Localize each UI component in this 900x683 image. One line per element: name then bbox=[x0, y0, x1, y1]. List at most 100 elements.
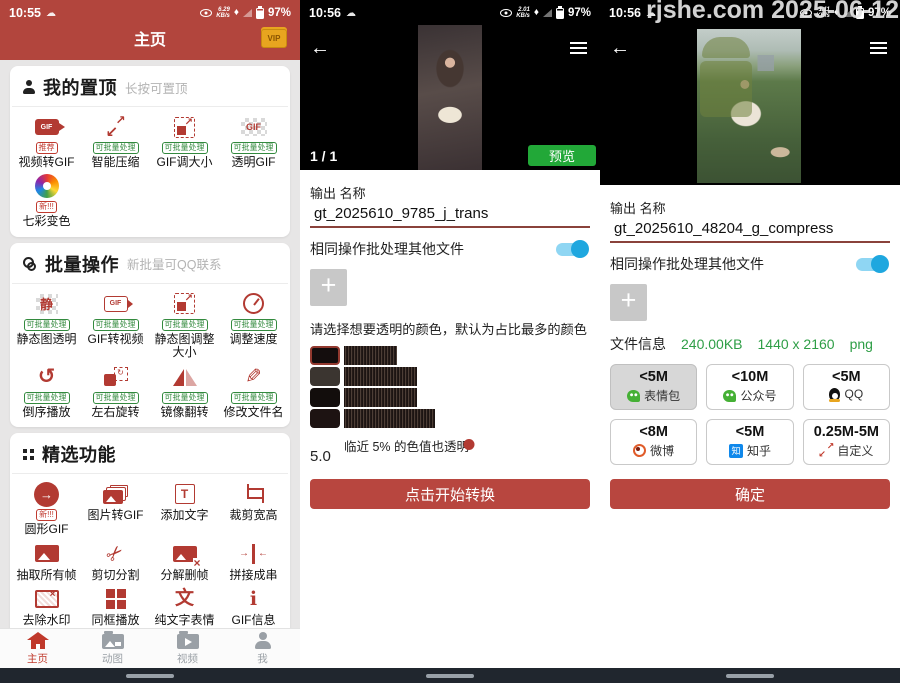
nav-item[interactable]: 我 bbox=[225, 629, 300, 668]
function-badge: 可批量处理 bbox=[24, 392, 70, 404]
screen-transparent-tool: 10:56 ☁ 2.01 KB/s ♦ 97% ← bbox=[300, 0, 600, 683]
function-item[interactable]: 剪切分割 bbox=[81, 541, 150, 582]
file-size: 240.00KB bbox=[681, 336, 743, 352]
back-arrow-icon[interactable]: ← bbox=[310, 38, 330, 58]
function-item[interactable]: 新!!! 圆形GIF bbox=[12, 481, 81, 536]
function-badge: 新!!! bbox=[36, 509, 57, 521]
tolerance-value: 5.0 bbox=[310, 436, 336, 465]
output-name-input[interactable]: gt_2025610_9785_j_trans bbox=[310, 202, 590, 228]
nav-icon bbox=[28, 632, 48, 649]
function-label: 镜像翻转 bbox=[160, 406, 208, 419]
nav-label: 视频 bbox=[177, 651, 198, 666]
function-label: 透明GIF bbox=[232, 156, 276, 169]
function-item[interactable]: 可批量处理 透明GIF bbox=[219, 114, 288, 169]
function-item[interactable]: 添加文字 bbox=[150, 481, 219, 536]
section-title: 精选功能 bbox=[42, 441, 116, 467]
function-item[interactable]: 同框播放 bbox=[81, 586, 150, 627]
color-swatch[interactable] bbox=[310, 409, 340, 428]
size-preset-button[interactable]: <5M QQ bbox=[803, 364, 890, 410]
function-item[interactable]: 图片转GIF bbox=[81, 481, 150, 536]
function-icon bbox=[105, 116, 127, 138]
nav-item[interactable]: 动图 bbox=[75, 629, 150, 668]
page-counter: 1 / 1 bbox=[310, 148, 337, 164]
preset-size: <5M bbox=[832, 369, 861, 385]
file-info-label: 文件信息 bbox=[610, 334, 666, 354]
function-item[interactable]: 可批量处理 修改文件名 bbox=[219, 364, 288, 419]
size-preset-button[interactable]: <10M 公众号 bbox=[706, 364, 793, 410]
function-icon bbox=[106, 589, 115, 598]
function-item[interactable]: 可批量处理 智能压缩 bbox=[81, 114, 150, 169]
function-badge: 可批量处理 bbox=[24, 319, 70, 331]
preset-name: 知乎 bbox=[747, 442, 771, 459]
function-item[interactable]: 分解删帧 bbox=[150, 541, 219, 582]
battery-icon bbox=[556, 8, 564, 19]
card-batch: 批量操作 新批量可QQ联系 可批量处理 静态图透明 bbox=[10, 243, 290, 427]
function-item[interactable]: 可批量处理 GIF转视频 bbox=[81, 291, 150, 360]
size-preset-button[interactable]: <8M 微博 bbox=[610, 419, 697, 465]
batch-toggle[interactable] bbox=[856, 258, 886, 271]
function-item[interactable]: 可批量处理 静态图透明 bbox=[12, 291, 81, 360]
color-row bbox=[310, 367, 590, 386]
function-label: 添加文字 bbox=[160, 509, 208, 522]
nav-item[interactable]: 视频 bbox=[150, 629, 225, 668]
function-badge: 可批量处理 bbox=[93, 392, 139, 404]
function-item[interactable]: 拼接成串 bbox=[219, 541, 288, 582]
function-item[interactable]: 裁剪宽高 bbox=[219, 481, 288, 536]
function-item[interactable]: 推荐 视频转GIF bbox=[12, 114, 81, 169]
confirm-button[interactable]: 确定 bbox=[610, 479, 890, 509]
color-list bbox=[310, 346, 590, 428]
size-preset-button[interactable]: <5M 知乎 bbox=[706, 419, 793, 465]
menu-icon[interactable] bbox=[870, 42, 887, 54]
gesture-pill[interactable] bbox=[126, 674, 174, 678]
nav-item[interactable]: 主页 bbox=[0, 629, 75, 668]
function-badge: 可批量处理 bbox=[93, 319, 139, 331]
volte-icon: ♦ bbox=[534, 8, 539, 18]
slider-thumb[interactable] bbox=[464, 439, 475, 450]
function-item[interactable]: 可批量处理 GIF调大小 bbox=[150, 114, 219, 169]
volte-icon: ♦ bbox=[234, 8, 239, 18]
function-item[interactable]: 纯文字表情 bbox=[150, 586, 219, 627]
color-row bbox=[310, 346, 590, 365]
section-title: 批量操作 bbox=[45, 251, 119, 277]
vip-badge[interactable]: VIP bbox=[261, 29, 287, 48]
file-format: png bbox=[850, 336, 873, 352]
function-item[interactable]: 可批量处理 倒序播放 bbox=[12, 364, 81, 419]
menu-icon[interactable] bbox=[570, 42, 587, 54]
color-row bbox=[310, 409, 590, 428]
function-item[interactable]: 可批量处理 左右旋转 bbox=[81, 364, 150, 419]
color-swatch[interactable] bbox=[310, 346, 340, 365]
function-icon bbox=[243, 293, 264, 314]
preset-name: 公众号 bbox=[740, 387, 776, 404]
preview-button[interactable]: 预览 bbox=[528, 145, 596, 166]
function-label: 静态图调整大小 bbox=[150, 333, 219, 360]
function-item[interactable]: 抽取所有帧 bbox=[12, 541, 81, 582]
add-file-button[interactable]: + bbox=[310, 269, 347, 306]
function-item[interactable]: GIF信息 bbox=[219, 586, 288, 627]
function-item[interactable]: 新!!! 七彩变色 bbox=[12, 173, 81, 228]
preset-size: <10M bbox=[732, 369, 769, 385]
battery-percent: 97% bbox=[268, 7, 291, 19]
batch-toggle[interactable] bbox=[556, 243, 586, 256]
size-preset-button[interactable]: 0.25M-5M 自定义 bbox=[803, 419, 890, 465]
photo-thumbnail[interactable] bbox=[418, 25, 482, 170]
gesture-pill[interactable] bbox=[426, 674, 474, 678]
gesture-pill[interactable] bbox=[726, 674, 774, 678]
function-item[interactable]: 可批量处理 调整速度 bbox=[219, 291, 288, 360]
tolerance-label: 临近 5% 的色值也透明 bbox=[344, 440, 469, 454]
color-swatch[interactable] bbox=[310, 367, 340, 386]
color-hint-text: 请选择想要透明的颜色，默认为占比最多的颜色 bbox=[310, 319, 590, 338]
status-bar: 10:55 ☁ 6.29 KB/s ♦ 97% bbox=[0, 0, 300, 26]
home-top-bar: 10:55 ☁ 6.29 KB/s ♦ 97% 主页 VIP bbox=[0, 0, 300, 60]
back-arrow-icon[interactable]: ← bbox=[610, 38, 630, 58]
function-item[interactable]: 可批量处理 镜像翻转 bbox=[150, 364, 219, 419]
signal-icon bbox=[543, 9, 552, 17]
output-name-input[interactable]: gt_2025610_48204_g_compress bbox=[610, 217, 890, 243]
battery-icon bbox=[256, 8, 264, 19]
color-swatch[interactable] bbox=[310, 388, 340, 407]
start-convert-button[interactable]: 点击开始转换 bbox=[310, 479, 590, 509]
function-item[interactable]: 去除水印 bbox=[12, 586, 81, 627]
function-item[interactable]: 可批量处理 静态图调整大小 bbox=[150, 291, 219, 360]
add-file-button[interactable]: + bbox=[610, 284, 647, 321]
size-preset-button[interactable]: <5M 表情包 bbox=[610, 364, 697, 410]
function-icon bbox=[35, 590, 59, 608]
